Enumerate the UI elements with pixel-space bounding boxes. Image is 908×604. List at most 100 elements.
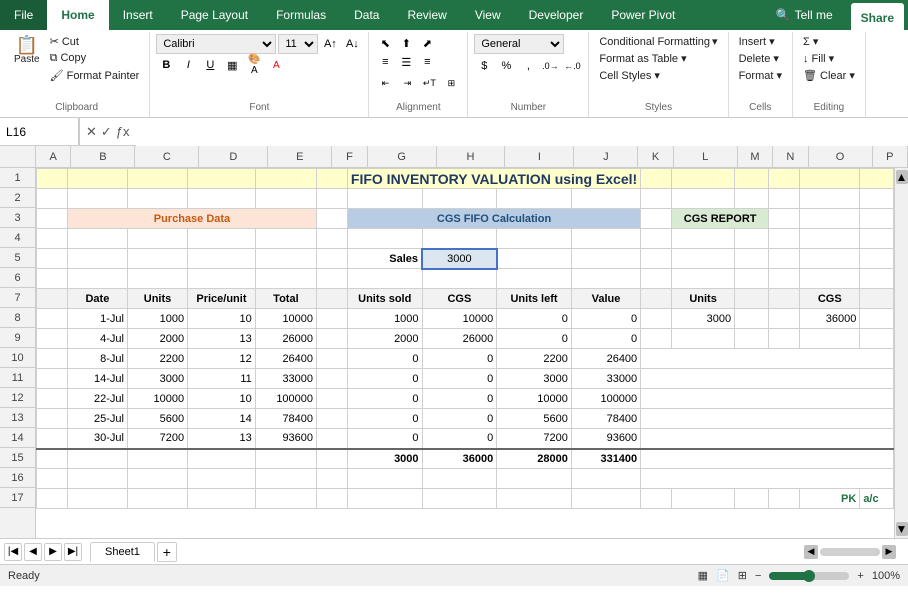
cell-i13[interactable]: 5600 [497,409,572,429]
cell-c16[interactable] [127,469,187,489]
sheet-first-button[interactable]: |◀ [4,543,22,561]
cell-f17[interactable] [317,489,348,509]
cell-g4[interactable] [347,229,422,249]
cell-b13[interactable]: 25-Jul [67,409,127,429]
cell-h17[interactable] [422,489,497,509]
tab-developer[interactable]: Developer [515,0,598,30]
cell-b17[interactable] [67,489,127,509]
scroll-down-button[interactable]: ▼ [896,522,908,536]
cell-e9[interactable]: 26000 [255,329,316,349]
cell-a2[interactable] [37,189,68,209]
cell-e4[interactable] [255,229,316,249]
cell-i11[interactable]: 3000 [497,369,572,389]
scroll-left-button[interactable]: ◀ [804,545,818,559]
cell-m6[interactable] [735,269,769,289]
increase-font-button[interactable]: A↑ [320,34,340,54]
align-left-button[interactable]: ≡ [375,53,395,71]
cell-d8[interactable]: 10 [188,309,256,329]
cell-j4[interactable] [571,229,640,249]
cell-e14[interactable]: 93600 [255,429,316,449]
cell-j13[interactable]: 78400 [571,409,640,429]
cell-d10[interactable]: 12 [188,349,256,369]
cell-g3[interactable]: CGS FIFO Calculation [347,209,640,229]
cell-i6[interactable] [497,269,572,289]
row-num-12[interactable]: 12 [0,388,35,408]
row-num-9[interactable]: 9 [0,328,35,348]
col-header-h[interactable]: H [437,146,506,167]
cell-e17[interactable] [255,489,316,509]
cell-c17[interactable] [127,489,187,509]
cell-b10[interactable]: 8-Jul [67,349,127,369]
cell-b9[interactable]: 4-Jul [67,329,127,349]
cell-n1[interactable] [769,169,800,189]
underline-button[interactable]: U [200,55,220,75]
cell-a17[interactable] [37,489,68,509]
cell-c7[interactable]: Units [127,289,187,309]
cell-j5[interactable] [571,249,640,269]
row-num-2[interactable]: 2 [0,188,35,208]
cell-h14[interactable]: 0 [422,429,497,449]
row-num-10[interactable]: 10 [0,348,35,368]
cell-m7[interactable] [735,289,769,309]
cell-a5[interactable] [37,249,68,269]
row-num-7[interactable]: 7 [0,288,35,308]
italic-button[interactable]: I [178,55,198,75]
cell-l4[interactable] [672,229,735,249]
cell-l2[interactable] [672,189,735,209]
cell-i17[interactable] [497,489,572,509]
cell-k15[interactable] [641,449,894,469]
merge-cells-button[interactable]: ⊞ [441,73,461,93]
cell-k16[interactable] [641,469,894,489]
cell-a6[interactable] [37,269,68,289]
cell-a12[interactable] [37,389,68,409]
cell-styles-button[interactable]: Cell Styles ▾ [595,68,664,83]
cell-i2[interactable] [497,189,572,209]
number-format-select[interactable]: General [474,34,564,54]
cell-k7[interactable] [641,289,672,309]
cell-j15[interactable]: 331400 [571,449,640,469]
cell-h10[interactable]: 0 [422,349,497,369]
cell-c5[interactable] [127,249,187,269]
cell-b2[interactable] [67,189,127,209]
insert-cells-button[interactable]: Insert ▾ [735,34,779,49]
cell-m17[interactable] [735,489,769,509]
cell-o6[interactable] [800,269,860,289]
increase-indent-button[interactable]: ⇥ [397,73,417,93]
cell-g14[interactable]: 0 [347,429,422,449]
tab-insert[interactable]: Insert [109,0,167,30]
cell-c8[interactable]: 1000 [127,309,187,329]
col-header-b[interactable]: B [71,146,135,167]
cell-e15[interactable] [255,449,316,469]
decrease-decimal-button[interactable]: ←.0 [562,56,582,76]
cell-e7[interactable]: Total [255,289,316,309]
scroll-track[interactable] [820,548,880,556]
cell-m9[interactable] [735,329,769,349]
cell-c1[interactable] [127,169,187,189]
cell-b11[interactable]: 14-Jul [67,369,127,389]
cell-e16[interactable] [255,469,316,489]
cell-o17[interactable]: PK [800,489,860,509]
cell-g12[interactable]: 0 [347,389,422,409]
align-center-button[interactable]: ☰ [396,53,416,71]
cell-i12[interactable]: 10000 [497,389,572,409]
cell-e8[interactable]: 10000 [255,309,316,329]
cell-e1[interactable] [255,169,316,189]
increase-decimal-button[interactable]: .0→ [540,56,560,76]
cell-n2[interactable] [769,189,800,209]
cell-n9[interactable] [769,329,800,349]
cell-n4[interactable] [769,229,800,249]
cell-a1[interactable] [37,169,68,189]
align-top-left-button[interactable]: ⬉ [375,34,395,52]
cell-k17[interactable] [641,489,672,509]
cell-d6[interactable] [188,269,256,289]
cell-g5[interactable]: Sales [347,249,422,269]
sheet-next-button[interactable]: ▶ [44,543,62,561]
cut-button[interactable]: ✂ Cut [46,34,144,49]
cell-f3[interactable] [317,209,348,229]
cell-o3[interactable] [800,209,860,229]
cell-h9[interactable]: 26000 [422,329,497,349]
cell-j17[interactable] [571,489,640,509]
format-cells-button[interactable]: Format ▾ [735,68,786,83]
cell-b3[interactable]: Purchase Data [67,209,316,229]
tab-view[interactable]: View [461,0,515,30]
